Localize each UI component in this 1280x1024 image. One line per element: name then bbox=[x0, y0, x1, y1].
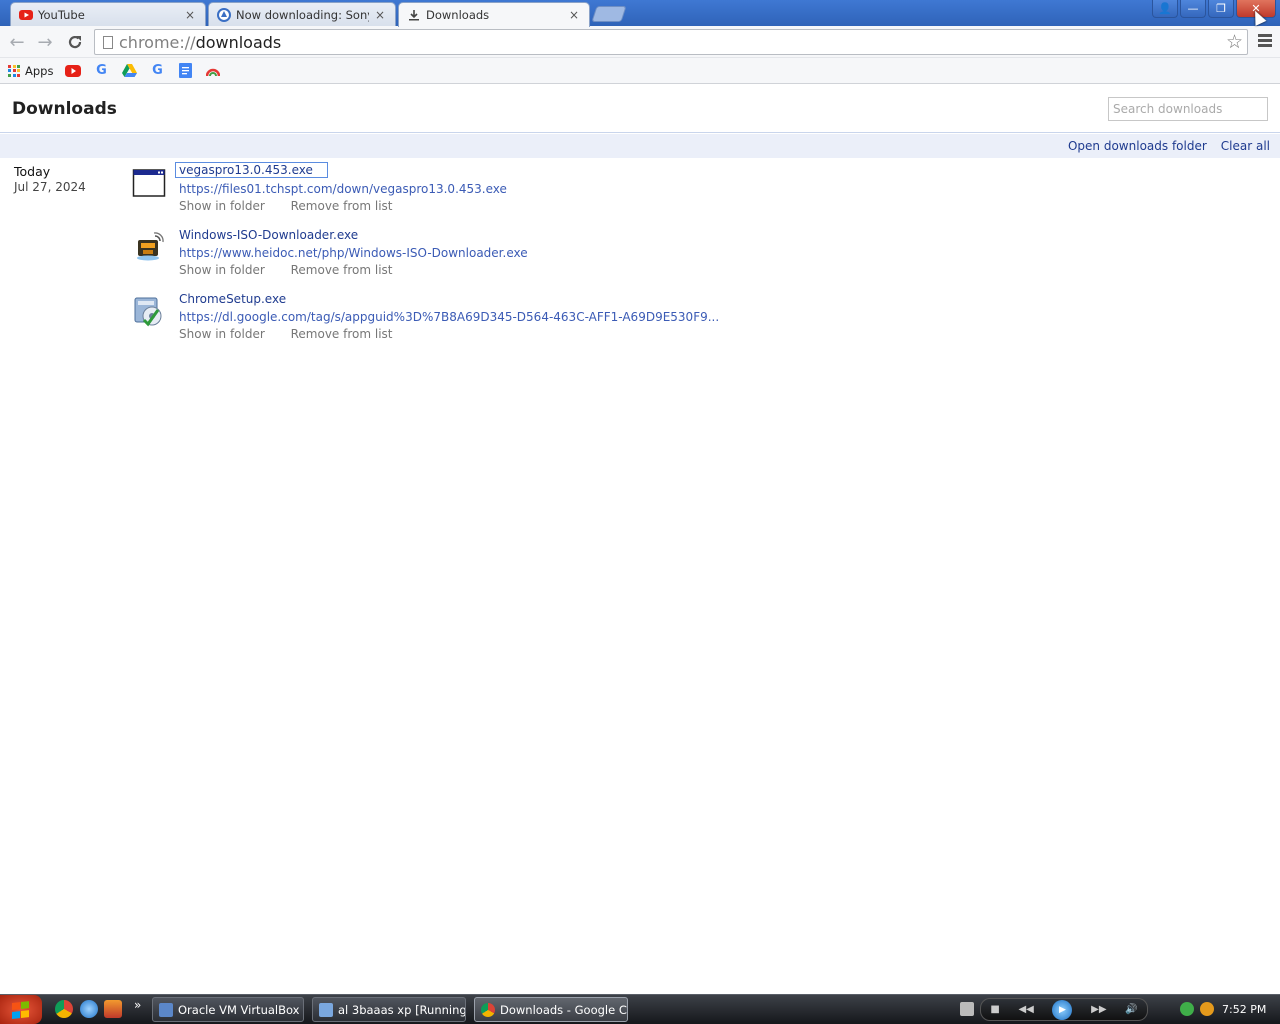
search-icon[interactable] bbox=[1200, 1002, 1214, 1016]
minimize-button[interactable]: — bbox=[1180, 0, 1206, 18]
download-file-name[interactable]: ChromeSetup.exe bbox=[179, 292, 286, 306]
ie-quicklaunch-icon[interactable] bbox=[80, 1000, 98, 1018]
url-scheme: chrome:// bbox=[119, 32, 196, 52]
media-next-icon[interactable]: ▶▶ bbox=[1091, 1004, 1106, 1015]
google-icon: G bbox=[96, 63, 107, 78]
forward-arrow-icon[interactable]: → bbox=[34, 31, 56, 53]
media-player-controls: ■ ◀◀ ▶ ▶▶ 🔊 bbox=[980, 998, 1148, 1021]
taskbar-label: Downloads - Google C... bbox=[500, 1002, 628, 1017]
bookmark-star-icon[interactable]: ☆ bbox=[1226, 31, 1243, 53]
close-tab-icon[interactable]: × bbox=[567, 8, 581, 22]
date-group: Today Jul 27, 2024 bbox=[14, 164, 86, 194]
downloads-header: Downloads bbox=[0, 85, 1280, 133]
menu-icon[interactable] bbox=[1258, 34, 1272, 49]
chrome-quicklaunch-icon[interactable] bbox=[55, 1000, 73, 1018]
remove-from-list-link[interactable]: Remove from list bbox=[291, 263, 393, 277]
close-tab-icon[interactable]: × bbox=[183, 8, 197, 22]
media-play-icon[interactable]: ▶ bbox=[1052, 999, 1073, 1020]
bookmark-drive[interactable] bbox=[121, 63, 137, 79]
system-clock: 7:52 PM bbox=[1222, 1003, 1267, 1016]
address-bar[interactable]: chrome://downloads ☆ bbox=[94, 29, 1248, 55]
bookmarks-bar: Apps G G bbox=[0, 58, 1280, 84]
generic-exe-icon bbox=[132, 166, 166, 200]
download-actions: Show in folder Remove from list bbox=[179, 199, 415, 213]
download-file-name[interactable]: vegaspro13.0.453.exe bbox=[175, 162, 328, 178]
taskbar-label: Oracle VM VirtualBox ... bbox=[178, 1002, 304, 1017]
download-actions: Show in folder Remove from list bbox=[179, 263, 415, 277]
back-arrow-icon[interactable]: ← bbox=[6, 31, 28, 53]
reload-icon[interactable] bbox=[64, 31, 86, 53]
download-url[interactable]: https://www.heidoc.net/php/Windows-ISO-D… bbox=[179, 246, 528, 260]
download-item: Windows-ISO-Downloader.exe https://www.h… bbox=[132, 228, 1032, 292]
bookmark-apps-label: Apps bbox=[25, 63, 54, 78]
installer-icon bbox=[132, 294, 166, 328]
google-icon: G bbox=[152, 63, 163, 78]
bookmark-apps[interactable]: Apps bbox=[8, 64, 53, 78]
tab-downloads[interactable]: Downloads × bbox=[398, 2, 590, 27]
taskbar-vm-running[interactable]: al 3baaas xp [Running... bbox=[312, 997, 466, 1022]
tab-title: Now downloading: Sony Veg bbox=[236, 7, 369, 22]
date-label: Today bbox=[14, 164, 51, 179]
remove-from-list-link[interactable]: Remove from list bbox=[291, 199, 393, 213]
download-item: ChromeSetup.exe https://dl.google.com/ta… bbox=[132, 292, 1032, 356]
bookmark-web-store[interactable] bbox=[205, 63, 221, 79]
docs-icon bbox=[177, 63, 193, 79]
tab-title: Downloads bbox=[426, 8, 490, 22]
page-title: Downloads bbox=[12, 99, 117, 119]
downloads-action-bar: Open downloads folder Clear all bbox=[0, 134, 1280, 158]
taskbar-virtualbox[interactable]: Oracle VM VirtualBox ... bbox=[152, 997, 304, 1022]
windows-logo-icon bbox=[12, 1000, 30, 1019]
vm-window-icon bbox=[319, 1002, 333, 1017]
network-icon[interactable] bbox=[1180, 1002, 1194, 1016]
show-in-folder-link[interactable]: Show in folder bbox=[179, 263, 265, 277]
date-value: Jul 27, 2024 bbox=[14, 180, 86, 194]
download-actions: Show in folder Remove from list bbox=[179, 327, 415, 341]
tab-now-downloading[interactable]: Now downloading: Sony Veg × bbox=[208, 2, 396, 26]
taskbar-label: al 3baaas xp [Running... bbox=[338, 1002, 466, 1017]
media-stop-icon[interactable]: ■ bbox=[990, 1004, 999, 1015]
download-file-name[interactable]: Windows-ISO-Downloader.exe bbox=[179, 228, 358, 242]
start-button[interactable] bbox=[0, 995, 42, 1024]
bookmark-google[interactable]: G bbox=[93, 63, 109, 79]
new-tab-button[interactable] bbox=[591, 6, 627, 22]
close-tab-icon[interactable]: × bbox=[373, 8, 387, 22]
remove-from-list-link[interactable]: Remove from list bbox=[291, 327, 393, 341]
firefox-quicklaunch-icon[interactable] bbox=[104, 1000, 122, 1018]
tab-strip: YouTube × Now downloading: Sony Veg × Do… bbox=[0, 0, 1280, 27]
download-url[interactable]: https://dl.google.com/tag/s/appguid%3D%7… bbox=[179, 310, 719, 324]
drive-icon bbox=[121, 63, 137, 79]
taskbar-chrome-downloads[interactable]: Downloads - Google C... bbox=[474, 997, 628, 1022]
download-url[interactable]: https://files01.tchspt.com/down/vegaspro… bbox=[179, 182, 507, 196]
tab-title: YouTube bbox=[38, 7, 85, 22]
browser-toolbar: ← → chrome://downloads ☆ bbox=[0, 26, 1280, 58]
apps-grid-icon bbox=[8, 64, 20, 77]
bookmark-youtube[interactable] bbox=[65, 63, 82, 79]
media-previous-icon[interactable]: ◀◀ bbox=[1018, 1004, 1033, 1015]
taskbar: » Oracle VM VirtualBox ... al 3baaas xp … bbox=[0, 994, 1280, 1024]
user-icon[interactable]: 👤 bbox=[1152, 0, 1178, 18]
bookmark-docs[interactable] bbox=[177, 63, 193, 79]
restore-button[interactable]: ❐ bbox=[1208, 0, 1234, 18]
volume-icon[interactable]: 🔊 bbox=[1125, 1004, 1137, 1015]
open-downloads-folder-link[interactable]: Open downloads folder bbox=[1068, 139, 1207, 153]
page-icon bbox=[103, 35, 113, 49]
clear-all-link[interactable]: Clear all bbox=[1221, 139, 1270, 153]
url-host: downloads bbox=[195, 32, 282, 52]
download-icon bbox=[407, 8, 421, 22]
youtube-icon bbox=[65, 63, 82, 79]
tab-youtube[interactable]: YouTube × bbox=[10, 2, 206, 26]
youtube-icon bbox=[19, 8, 33, 22]
keyboard-icon[interactable] bbox=[960, 1002, 974, 1016]
taskbar-overflow-icon[interactable]: » bbox=[134, 998, 141, 1012]
download-site-icon bbox=[217, 7, 231, 22]
show-in-folder-link[interactable]: Show in folder bbox=[179, 327, 265, 341]
download-item: vegaspro13.0.453.exe https://files01.tch… bbox=[132, 162, 1032, 228]
search-downloads-input[interactable] bbox=[1108, 97, 1268, 121]
show-in-folder-link[interactable]: Show in folder bbox=[179, 199, 265, 213]
bookmark-google-2[interactable]: G bbox=[149, 63, 165, 79]
iso-downloader-icon bbox=[132, 230, 166, 264]
chrome-web-store-icon bbox=[205, 63, 221, 79]
virtualbox-icon bbox=[159, 1002, 173, 1017]
chrome-icon bbox=[481, 1002, 495, 1017]
